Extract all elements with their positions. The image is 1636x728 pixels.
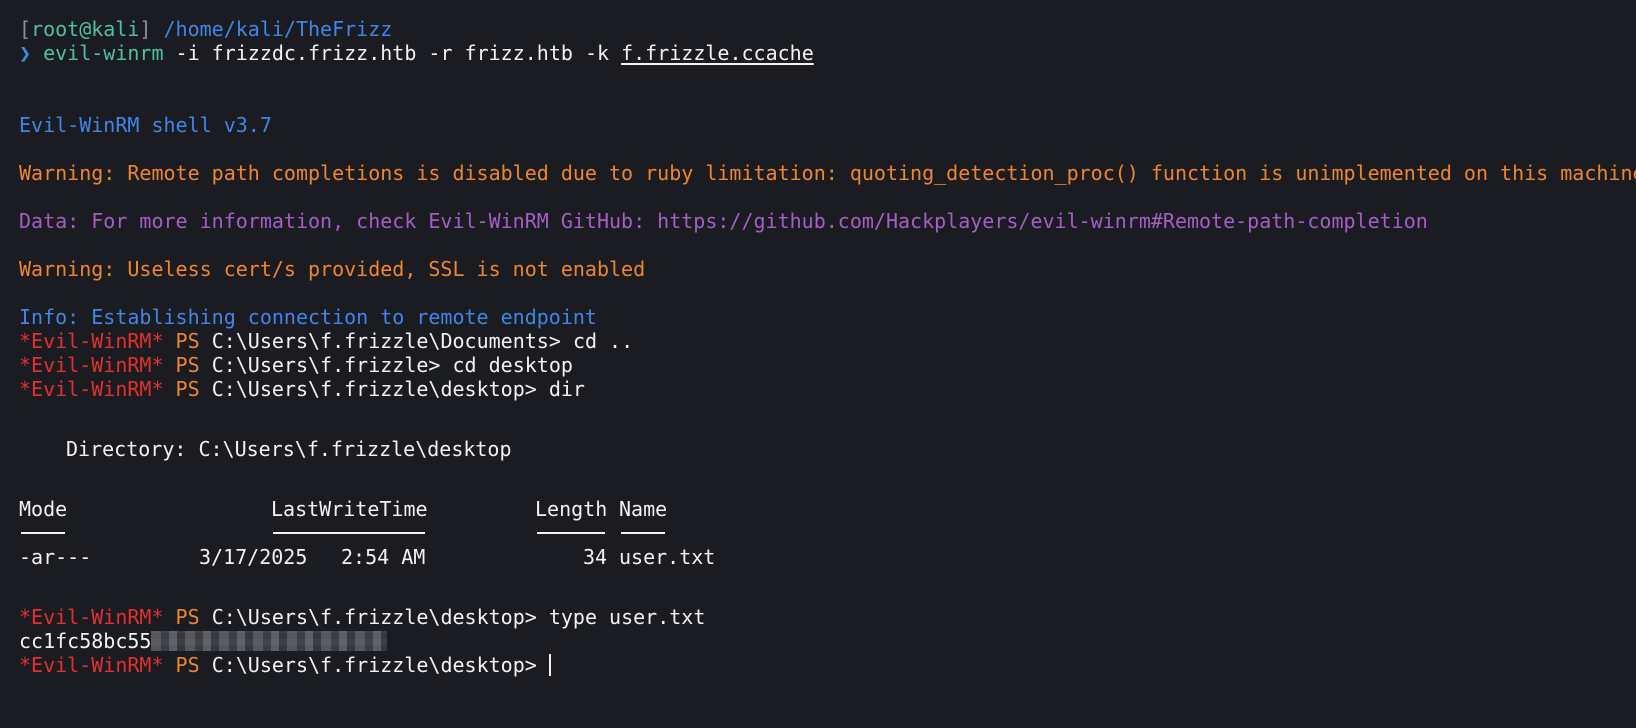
header-length: Length <box>535 497 608 521</box>
ps-label: PS <box>175 605 200 629</box>
warning-ssl: Warning: Useless cert/s provided, SSL is… <box>19 257 646 281</box>
underline-name <box>621 531 665 534</box>
row-length: 34 <box>583 545 608 569</box>
command-name: evil-winrm <box>43 41 164 65</box>
listing-underline-row <box>19 521 1636 545</box>
warning-path-completion: Warning: Remote path completions is disa… <box>19 161 1636 185</box>
ps-command-line: *Evil-WinRM* PS C:\Users\f.frizzle> cd d… <box>19 353 1636 377</box>
command-args: -i frizzdc.frizz.htb -r frizz.htb -k <box>163 41 622 65</box>
terminal-output[interactable]: [root@kali] /home/kali/TheFrizz ❯ evil-w… <box>19 17 1636 677</box>
ps-path: C:\Users\f.frizzle\Documents> <box>211 329 561 353</box>
row-date: 3/17/2025 <box>199 545 308 569</box>
ps-command-line: *Evil-WinRM* PS C:\Users\f.frizzle\deskt… <box>19 377 1636 401</box>
ps-command-line: *Evil-WinRM* PS C:\Users\f.frizzle\deskt… <box>19 605 1636 629</box>
row-time: 2:54 AM <box>341 545 426 569</box>
ps-cmd: dir <box>548 377 585 401</box>
header-name: Name <box>619 497 668 521</box>
ps-tag: *Evil-WinRM* <box>19 329 164 353</box>
info-connection: Info: Establishing connection to remote … <box>19 305 597 329</box>
ps-path: C:\Users\f.frizzle\desktop> <box>211 605 537 629</box>
header-mode: Mode <box>19 497 68 521</box>
ps-label: PS <box>175 653 200 677</box>
flag-output: cc1fc58bc55 <box>19 629 1636 653</box>
prompt-bracket-open: [ <box>19 17 32 41</box>
ps-cmd: type user.txt <box>548 605 706 629</box>
table-row: -ar--- 3/17/2025 2:54 AM 34 user.txt <box>19 545 1636 569</box>
command-ccache-file: f.frizzle.ccache <box>621 41 814 65</box>
ps-path: C:\Users\f.frizzle> <box>211 353 441 377</box>
redacted-block <box>151 630 388 651</box>
ps-cmd: cd desktop <box>452 353 573 377</box>
ps-final-prompt[interactable]: *Evil-WinRM* PS C:\Users\f.frizzle\deskt… <box>19 653 1636 677</box>
ps-label: PS <box>175 329 200 353</box>
ps-tag: *Evil-WinRM* <box>19 353 164 377</box>
header-lastwritetime: LastWriteTime <box>271 497 428 521</box>
row-name: user.txt <box>619 545 716 569</box>
ps-command-line: *Evil-WinRM* PS C:\Users\f.frizzle\Docum… <box>19 329 1636 353</box>
ps-label: PS <box>175 353 200 377</box>
text-cursor <box>548 653 551 676</box>
prompt-path: /home/kali/TheFrizz <box>163 17 393 41</box>
listing-header-row: Mode LastWriteTime Length Name <box>19 497 1636 521</box>
underline-lastwritetime <box>273 531 425 534</box>
ps-tag: *Evil-WinRM* <box>19 377 164 401</box>
prompt-arrow-icon: ❯ <box>19 41 32 65</box>
shell-prompt-header: [root@kali] /home/kali/TheFrizz <box>19 17 1636 41</box>
ps-path: C:\Users\f.frizzle\desktop> <box>211 653 537 677</box>
winrm-banner: Evil-WinRM shell v3.7 <box>19 113 272 137</box>
ps-tag: *Evil-WinRM* <box>19 605 164 629</box>
shell-command-line: ❯ evil-winrm -i frizzdc.frizz.htb -r fri… <box>19 41 1636 65</box>
ps-label: PS <box>175 377 200 401</box>
ps-tag: *Evil-WinRM* <box>19 653 164 677</box>
underline-mode <box>21 531 65 534</box>
data-info-line: Data: For more information, check Evil-W… <box>19 209 1428 233</box>
underline-length <box>537 531 605 534</box>
ps-cmd: cd .. <box>572 329 634 353</box>
prompt-bracket-close: ] <box>139 17 152 41</box>
row-mode: -ar--- <box>19 545 92 569</box>
directory-label: Directory: C:\Users\f.frizzle\desktop <box>66 437 512 461</box>
ps-path: C:\Users\f.frizzle\desktop> <box>211 377 537 401</box>
flag-visible-prefix: cc1fc58bc55 <box>19 629 152 653</box>
prompt-user-host: root@kali <box>31 17 140 41</box>
